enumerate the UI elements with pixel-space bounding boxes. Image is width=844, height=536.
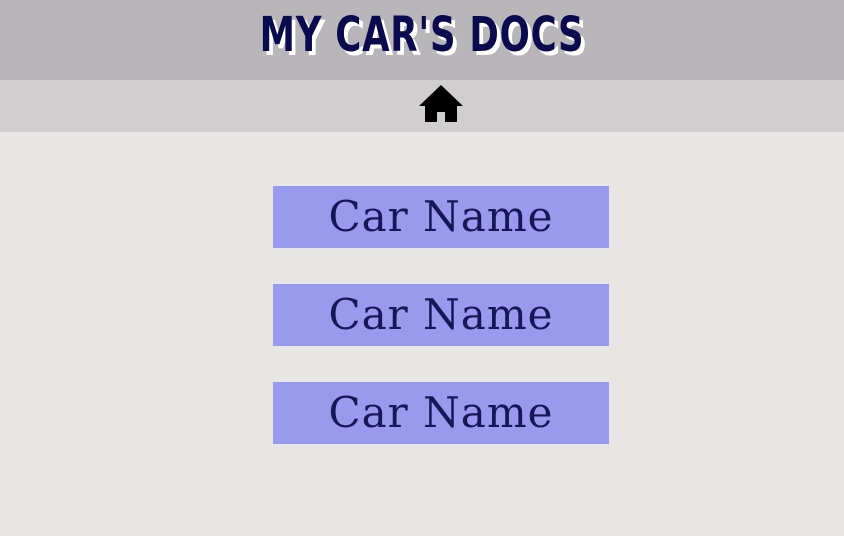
car-button[interactable]: Car Name: [273, 186, 609, 248]
home-button[interactable]: [418, 84, 464, 126]
car-button[interactable]: Car Name: [273, 382, 609, 444]
header: MY CAR'S DOCS: [0, 0, 844, 80]
car-button[interactable]: Car Name: [273, 284, 609, 346]
page-title: MY CAR'S DOCS: [259, 7, 585, 63]
nav-bar: [0, 80, 844, 132]
home-icon: [419, 85, 463, 122]
